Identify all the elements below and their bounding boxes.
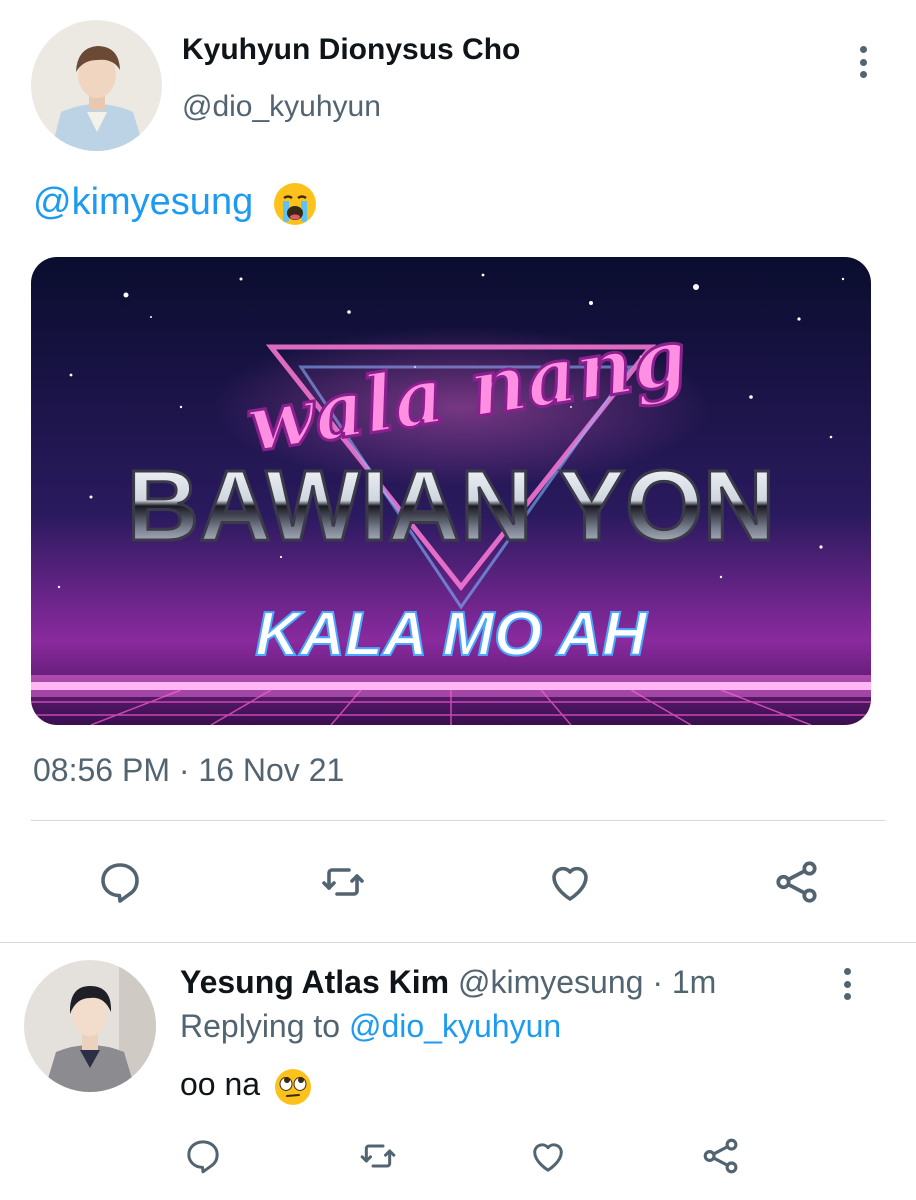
reply-text-content: oo na bbox=[180, 1066, 261, 1102]
tweet-image[interactable]: wala nang BAWIAN YON KALA MO AH bbox=[31, 257, 871, 725]
reply-button[interactable] bbox=[88, 852, 152, 912]
author-avatar[interactable] bbox=[31, 20, 162, 151]
heart-icon bbox=[552, 866, 588, 901]
replying-to-label: Replying to bbox=[180, 1008, 341, 1044]
loudly-crying-face-icon bbox=[272, 181, 318, 227]
reply-more-options-icon[interactable] bbox=[842, 968, 852, 1000]
replying-to: Replying to @dio_kyuhyun bbox=[180, 1008, 561, 1045]
heart-icon bbox=[533, 1143, 563, 1172]
section-divider bbox=[0, 942, 916, 943]
like-button[interactable] bbox=[538, 852, 602, 912]
retweet-icon bbox=[322, 868, 364, 896]
more-options-icon[interactable] bbox=[858, 46, 868, 78]
reply-text: oo na bbox=[180, 1062, 313, 1107]
reply-header: Yesung Atlas Kim @kimyesung · 1m bbox=[180, 964, 716, 1001]
reply-like-button[interactable] bbox=[521, 1130, 575, 1182]
face-with-rolling-eyes-icon bbox=[273, 1067, 313, 1107]
tweet-text: @kimyesung bbox=[33, 178, 318, 227]
author-name[interactable]: Kyuhyun Dionysus Cho bbox=[182, 33, 520, 67]
share-icon bbox=[703, 1138, 738, 1174]
retweet-button[interactable] bbox=[311, 852, 375, 912]
reply-retweet-button[interactable] bbox=[351, 1130, 405, 1182]
reply-author-avatar[interactable] bbox=[24, 960, 156, 1092]
author-handle[interactable]: @dio_kyuhyun bbox=[182, 90, 381, 124]
replying-to-handle[interactable]: @dio_kyuhyun bbox=[349, 1008, 561, 1044]
reply-icon bbox=[101, 863, 139, 903]
retweet-icon bbox=[360, 1144, 396, 1168]
tweet-timestamp[interactable]: 08:56 PM · 16 Nov 21 bbox=[33, 752, 344, 789]
reply-time[interactable]: · 1m bbox=[652, 964, 716, 1000]
reply-reply-button[interactable] bbox=[176, 1130, 230, 1182]
divider bbox=[31, 820, 885, 821]
reply-share-button[interactable] bbox=[694, 1130, 748, 1182]
share-icon bbox=[776, 861, 817, 903]
mention-link[interactable]: @kimyesung bbox=[33, 181, 253, 223]
share-button[interactable] bbox=[765, 852, 829, 912]
reply-author-name[interactable]: Yesung Atlas Kim bbox=[180, 964, 449, 1000]
reply-icon bbox=[187, 1140, 219, 1174]
reply-author-handle[interactable]: @kimyesung bbox=[458, 964, 643, 1000]
image-line2: BAWIAN YON bbox=[127, 450, 775, 562]
image-line3: KALA MO AH bbox=[255, 600, 648, 669]
